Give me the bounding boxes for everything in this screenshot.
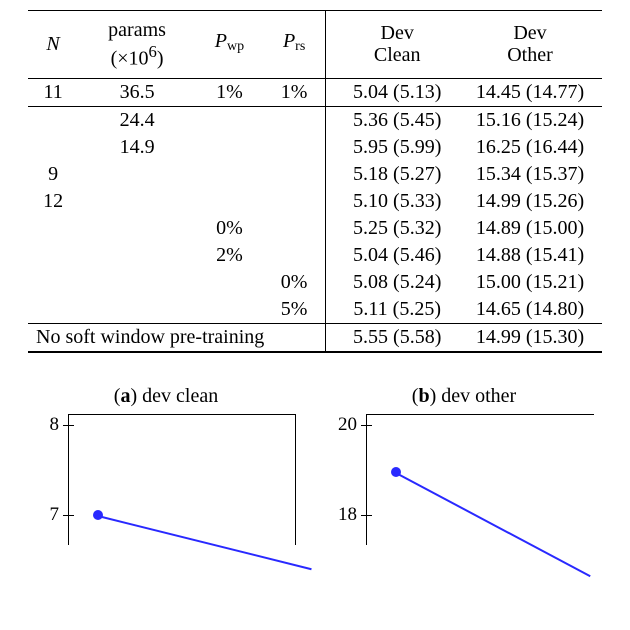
table-row: 11 36.5 1% 1% 5.04 (5.13) 14.45 (14.77) xyxy=(28,78,602,106)
prs: P xyxy=(283,30,295,52)
axes-a: 8 7 xyxy=(68,414,296,545)
cell: 15.00 (15.21) xyxy=(458,269,602,296)
pwp-sub: wp xyxy=(227,39,244,54)
cell: 14.89 (15.00) xyxy=(458,215,602,242)
other: Other xyxy=(507,44,553,66)
tick-in xyxy=(367,515,372,516)
cell: 5.25 (5.32) xyxy=(326,215,458,242)
dev1: Dev xyxy=(381,22,414,44)
tick-in xyxy=(69,515,74,516)
col-prs: Prs xyxy=(263,11,326,79)
cell: 5.08 (5.24) xyxy=(326,269,458,296)
prs-sub: rs xyxy=(295,39,305,54)
cell: 5.95 (5.99) xyxy=(326,134,458,161)
line-segment xyxy=(396,472,591,577)
cell: 11 xyxy=(28,78,78,106)
chart-dev-clean: (a) dev clean 8 7 xyxy=(32,385,300,545)
col-n: N xyxy=(46,33,59,55)
table-row: 5% 5.11 (5.25) 14.65 (14.80) xyxy=(28,296,602,324)
results-table: N params (×106) Pwp Prs DevClean DevOthe… xyxy=(28,10,602,353)
cell: 5.18 (5.27) xyxy=(326,161,458,188)
cell: 36.5 xyxy=(78,78,196,106)
cell: 1% xyxy=(196,78,263,106)
table-row: 12 5.10 (5.33) 14.99 (15.26) xyxy=(28,188,602,215)
tick-in xyxy=(367,425,372,426)
cell: 5.11 (5.25) xyxy=(326,296,458,324)
cell: 15.16 (15.24) xyxy=(458,106,602,134)
bold-b: b xyxy=(418,385,429,407)
charts-row: (a) dev clean 8 7 (b) dev other 20 18 xyxy=(28,385,602,545)
cell: 14.9 xyxy=(78,134,196,161)
ylabel: 8 xyxy=(50,414,60,436)
col-devclean: DevClean xyxy=(326,11,458,79)
cell: 2% xyxy=(196,242,263,269)
table-row: 9 5.18 (5.27) 15.34 (15.37) xyxy=(28,161,602,188)
cell: 1% xyxy=(263,78,326,106)
cell: 5.04 (5.46) xyxy=(326,242,458,269)
cell: 14.88 (15.41) xyxy=(458,242,602,269)
rest-b: ) dev other xyxy=(430,385,517,407)
cell: 5.55 (5.58) xyxy=(326,323,458,352)
tick-in xyxy=(69,425,74,426)
cell: 14.65 (14.80) xyxy=(458,296,602,324)
chart-b-title: (b) dev other xyxy=(330,385,598,408)
table-row: 14.9 5.95 (5.99) 16.25 (16.44) xyxy=(28,134,602,161)
params-sup: 6 xyxy=(149,42,157,61)
table-row: No soft window pre-training 5.55 (5.58) … xyxy=(28,323,602,352)
params-l2b: ) xyxy=(157,48,164,70)
dev2: Dev xyxy=(513,22,546,44)
table-row: 2% 5.04 (5.46) 14.88 (15.41) xyxy=(28,242,602,269)
cell: 5% xyxy=(263,296,326,324)
pwp: P xyxy=(215,30,227,52)
cell: 5.36 (5.45) xyxy=(326,106,458,134)
cell: 12 xyxy=(28,188,78,215)
cell: 24.4 xyxy=(78,106,196,134)
axes-b: 20 18 xyxy=(366,414,594,545)
cell: 0% xyxy=(263,269,326,296)
ylabel: 18 xyxy=(338,504,357,526)
ylabel: 20 xyxy=(338,414,357,436)
clean: Clean xyxy=(374,44,421,66)
table-header: N params (×106) Pwp Prs DevClean DevOthe… xyxy=(28,11,602,79)
line-segment xyxy=(98,515,312,570)
cell: 14.99 (15.26) xyxy=(458,188,602,215)
table-row: 0% 5.08 (5.24) 15.00 (15.21) xyxy=(28,269,602,296)
cell: 5.10 (5.33) xyxy=(326,188,458,215)
ylabel: 7 xyxy=(50,504,60,526)
table-row: 24.4 5.36 (5.45) 15.16 (15.24) xyxy=(28,106,602,134)
noswp-label: No soft window pre-training xyxy=(28,323,326,352)
col-params: params (×106) xyxy=(78,11,196,79)
cell: 5.04 (5.13) xyxy=(326,78,458,106)
cell: 16.25 (16.44) xyxy=(458,134,602,161)
chart-dev-other: (b) dev other 20 18 xyxy=(330,385,598,545)
params-l2a: (×10 xyxy=(111,48,149,70)
col-devother: DevOther xyxy=(458,11,602,79)
rest-a: ) dev clean xyxy=(130,385,218,407)
bold-a: a xyxy=(120,385,130,407)
cell: 9 xyxy=(28,161,78,188)
table-row: 0% 5.25 (5.32) 14.89 (15.00) xyxy=(28,215,602,242)
col-pwp: Pwp xyxy=(196,11,263,79)
chart-a-title: (a) dev clean xyxy=(32,385,300,408)
cell: 0% xyxy=(196,215,263,242)
cell: 14.45 (14.77) xyxy=(458,78,602,106)
cell: 14.99 (15.30) xyxy=(458,323,602,352)
params-l1: params xyxy=(108,19,166,41)
cell: 15.34 (15.37) xyxy=(458,161,602,188)
